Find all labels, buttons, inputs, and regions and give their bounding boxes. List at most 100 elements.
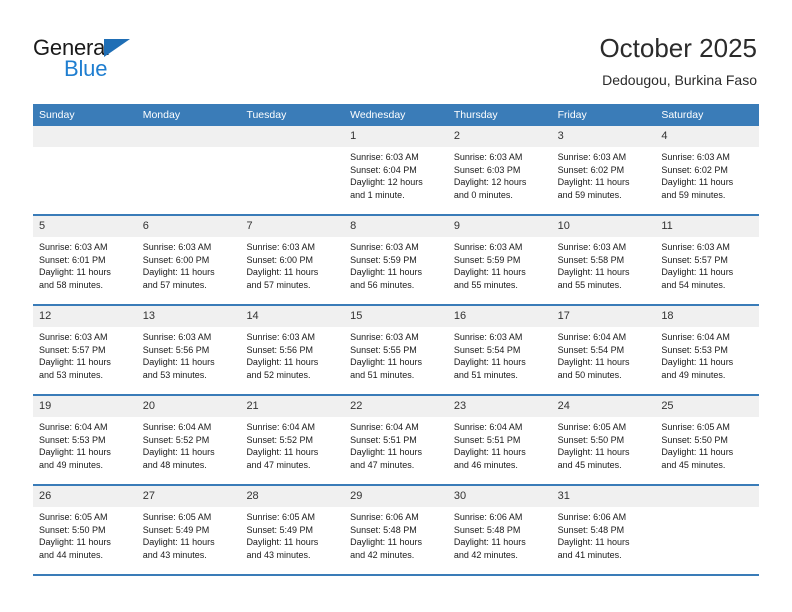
daylight-text-line1: Daylight: 11 hours	[557, 357, 630, 367]
calendar-day-cell[interactable]: 9 Sunrise: 6:03 AM Sunset: 5:59 PM Daylight…	[447, 216, 552, 304]
day-number-band: 16	[447, 306, 552, 328]
daylight-text-line2: and 43 minutes.	[246, 549, 311, 560]
calendar-day-cell[interactable]: 22 Sunrise: 6:04 AM Sunset: 5:51 PM Dayligh…	[344, 396, 448, 484]
day-number-band: 23	[447, 396, 552, 418]
daylight-text-line1: Daylight: 11 hours	[39, 537, 111, 547]
sunrise-text: Sunrise: 6:03 AM	[661, 152, 730, 162]
sunrise-text: Sunrise: 6:04 AM	[557, 332, 627, 342]
daylight-text-line1: Daylight: 11 hours	[557, 177, 630, 187]
calendar-day-cell[interactable]: 23 Sunrise: 6:04 AM Sunset: 5:51 PM Dayligh…	[447, 396, 552, 484]
day-details: Sunrise: 6:06 AM Sunset: 5:48 PM Daylight:…	[344, 508, 448, 561]
day-details: Sunrise: 6:04 AM Sunset: 5:51 PM Daylight:…	[344, 418, 448, 471]
sunset-text: Sunset: 6:02 PM	[557, 164, 625, 175]
day-number-band: 1	[344, 126, 448, 148]
day-number: 10	[557, 220, 570, 232]
day-details: Sunrise: 6:03 AM Sunset: 6:01 PM Daylight:…	[33, 238, 137, 291]
calendar-day-cell[interactable]: 26 Sunrise: 6:05 AM Sunset: 5:50 PM Dayligh…	[33, 486, 137, 574]
day-number: 18	[661, 310, 674, 322]
calendar-week-row: 19 Sunrise: 6:04 AM Sunset: 5:53 PM Dayligh…	[33, 396, 760, 486]
day-number: 24	[557, 400, 570, 412]
daylight-text-line1: Daylight: 11 hours	[557, 447, 630, 457]
calendar-day-cell[interactable]: 30 Sunrise: 6:06 AM Sunset: 5:48 PM Dayligh…	[447, 486, 552, 574]
daylight-text-line2: and 48 minutes.	[142, 459, 207, 470]
calendar-day-cell[interactable]: 25 Sunrise: 6:05 AM Sunset: 5:50 PM Dayligh…	[655, 396, 760, 484]
day-details: Sunrise: 6:03 AM Sunset: 5:58 PM Daylight:…	[552, 238, 656, 291]
calendar-day-cell[interactable]: 14 Sunrise: 6:03 AM Sunset: 5:56 PM Dayligh…	[240, 306, 345, 394]
calendar-day-cell[interactable]: 6 Sunrise: 6:03 AM Sunset: 6:00 PM Daylight…	[136, 216, 241, 304]
calendar-day-cell[interactable]: 28 Sunrise: 6:05 AM Sunset: 5:49 PM Dayligh…	[240, 486, 345, 574]
weekday-header-saturday: Saturday	[661, 109, 704, 121]
calendar-day-cell[interactable]: 21 Sunrise: 6:04 AM Sunset: 5:52 PM Dayligh…	[240, 396, 345, 484]
calendar-day-cell[interactable]: 24 Sunrise: 6:05 AM Sunset: 5:50 PM Dayligh…	[551, 396, 656, 484]
daylight-text-line2: and 56 minutes.	[350, 279, 415, 290]
daylight-text-line2: and 58 minutes.	[39, 279, 104, 290]
calendar-day-cell[interactable]: 5 Sunrise: 6:03 AM Sunset: 6:01 PM Daylight…	[33, 216, 137, 304]
calendar-day-cell[interactable]: 17 Sunrise: 6:04 AM Sunset: 5:54 PM Dayligh…	[551, 306, 656, 394]
day-details: Sunrise: 6:03 AM Sunset: 5:56 PM Daylight:…	[137, 328, 241, 381]
sunset-text: Sunset: 5:50 PM	[661, 434, 728, 445]
day-details: Sunrise: 6:03 AM Sunset: 6:02 PM Daylight:…	[655, 148, 759, 201]
sunrise-text: Sunrise: 6:03 AM	[39, 242, 108, 252]
calendar-day-cell[interactable]: 31 Sunrise: 6:06 AM Sunset: 5:48 PM Dayligh…	[551, 486, 656, 574]
sunset-text: Sunset: 5:50 PM	[39, 524, 106, 535]
daylight-text-line1: Daylight: 11 hours	[350, 537, 423, 547]
calendar-week-row: 1 Sunrise: 6:03 AM Sunset: 6:04 PM Daylight…	[33, 126, 760, 216]
sunset-text: Sunset: 5:56 PM	[246, 344, 313, 355]
calendar-day-cell[interactable]: 4 Sunrise: 6:03 AM Sunset: 6:02 PM Daylight…	[655, 126, 760, 214]
day-number: 12	[39, 310, 52, 322]
calendar-weeks: 1 Sunrise: 6:03 AM Sunset: 6:04 PM Daylight…	[33, 126, 760, 576]
day-number: 4	[661, 130, 668, 142]
day-number-band	[33, 126, 137, 148]
day-number-band: 11	[655, 216, 760, 238]
calendar-day-cell[interactable]: 16 Sunrise: 6:03 AM Sunset: 5:54 PM Dayligh…	[447, 306, 552, 394]
daylight-text-line2: and 53 minutes.	[142, 369, 207, 380]
daylight-text-line2: and 57 minutes.	[142, 279, 207, 290]
day-details: Sunrise: 6:03 AM Sunset: 6:00 PM Daylight:…	[137, 238, 241, 291]
day-number: 9	[453, 220, 460, 232]
day-number: 15	[350, 310, 363, 322]
sunset-text: Sunset: 6:04 PM	[350, 164, 417, 175]
day-number: 3	[557, 130, 564, 142]
calendar-day-cell[interactable]: 10 Sunrise: 6:03 AM Sunset: 5:58 PM Dayligh…	[551, 216, 656, 304]
calendar-day-cell[interactable]: 18 Sunrise: 6:04 AM Sunset: 5:53 PM Dayligh…	[655, 306, 760, 394]
calendar-day-cell[interactable]: 1 Sunrise: 6:03 AM Sunset: 6:04 PM Daylight…	[344, 126, 448, 214]
calendar-day-cell[interactable]: 20 Sunrise: 6:04 AM Sunset: 5:52 PM Dayligh…	[136, 396, 241, 484]
day-number: 29	[350, 490, 363, 502]
daylight-text-line2: and 44 minutes.	[39, 549, 104, 560]
sunset-text: Sunset: 5:49 PM	[246, 524, 313, 535]
day-number: 23	[453, 400, 467, 412]
day-details: Sunrise: 6:05 AM Sunset: 5:49 PM Daylight:…	[137, 508, 241, 561]
daylight-text-line2: and 45 minutes.	[661, 459, 726, 470]
calendar-day-cell[interactable]: 15 Sunrise: 6:03 AM Sunset: 5:55 PM Dayligh…	[344, 306, 448, 394]
calendar-day-cell[interactable]: 3 Sunrise: 6:03 AM Sunset: 6:02 PM Daylight…	[551, 126, 656, 214]
calendar-day-cell[interactable]: 19 Sunrise: 6:04 AM Sunset: 5:53 PM Dayligh…	[33, 396, 137, 484]
daylight-text-line2: and 49 minutes.	[661, 369, 726, 380]
sunrise-text: Sunrise: 6:03 AM	[246, 242, 315, 252]
calendar-day-cell[interactable]: 2 Sunrise: 6:03 AM Sunset: 6:03 PM Daylight…	[447, 126, 552, 214]
sunrise-text: Sunrise: 6:05 AM	[661, 422, 730, 432]
day-number-band: 13	[136, 306, 241, 328]
general-blue-logo[interactable]: General Blue	[33, 36, 213, 88]
calendar-day-cell[interactable]: 7 Sunrise: 6:03 AM Sunset: 6:00 PM Daylight…	[240, 216, 345, 304]
calendar-day-cell[interactable]: 27 Sunrise: 6:05 AM Sunset: 5:49 PM Dayligh…	[136, 486, 241, 574]
calendar-day-cell[interactable]: 11 Sunrise: 6:03 AM Sunset: 5:57 PM Dayligh…	[655, 216, 760, 304]
sunset-text: Sunset: 5:48 PM	[557, 524, 625, 535]
daylight-text-line2: and 1 minute.	[350, 189, 405, 200]
sunrise-text: Sunrise: 6:05 AM	[246, 512, 315, 522]
day-details: Sunrise: 6:05 AM Sunset: 5:50 PM Daylight:…	[655, 418, 759, 471]
calendar-day-cell[interactable]: 29 Sunrise: 6:06 AM Sunset: 5:48 PM Dayligh…	[344, 486, 448, 574]
day-details: Sunrise: 6:05 AM Sunset: 5:50 PM Daylight:…	[33, 508, 137, 561]
day-number-band: 25	[655, 396, 760, 418]
day-number-band: 17	[551, 306, 656, 328]
calendar-day-cell[interactable]: 13 Sunrise: 6:03 AM Sunset: 5:56 PM Dayligh…	[136, 306, 241, 394]
day-number-band: 14	[240, 306, 345, 328]
day-details: Sunrise: 6:03 AM Sunset: 5:59 PM Daylight:…	[344, 238, 448, 291]
calendar-day-cell[interactable]: 8 Sunrise: 6:03 AM Sunset: 5:59 PM Daylight…	[344, 216, 448, 304]
calendar-week-row: 26 Sunrise: 6:05 AM Sunset: 5:50 PM Dayligh…	[33, 486, 760, 576]
sunset-text: Sunset: 5:54 PM	[557, 344, 625, 355]
sunrise-text: Sunrise: 6:06 AM	[557, 512, 627, 522]
sunrise-text: Sunrise: 6:04 AM	[350, 422, 419, 432]
day-number: 6	[142, 220, 149, 232]
calendar-day-cell[interactable]: 12 Sunrise: 6:03 AM Sunset: 5:57 PM Dayligh…	[33, 306, 137, 394]
day-details: Sunrise: 6:04 AM Sunset: 5:53 PM Daylight:…	[655, 328, 759, 381]
